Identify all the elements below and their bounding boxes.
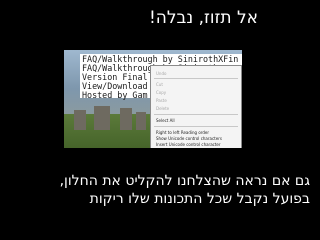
menu-item-paste[interactable]: Paste (156, 97, 240, 104)
menu-item-copy[interactable]: Copy (156, 89, 240, 96)
menu-item-delete[interactable]: Delete (156, 105, 240, 112)
caption-line-1: גם אם נראה שהצלחנו להקליט את החלון, (59, 173, 310, 189)
menu-separator (154, 114, 238, 115)
menu-item-cut[interactable]: Cut (156, 81, 240, 88)
slide-title: אל תזוז, נבלה! (148, 8, 258, 28)
embedded-screenshot: FAQ/Walkthrough by SinirothXFin FAQ/Walk… (64, 50, 242, 148)
slide-caption: גם אם נראה שהצלחנו להקליט את החלון, בפוע… (10, 172, 310, 208)
menu-item-insert-unicode[interactable]: Insert Unicode control character (156, 141, 240, 148)
caption-line-2: בפועל נקבל שכל התכונות שלו ריקות (89, 191, 310, 207)
menu-item-undo[interactable]: Undo (156, 70, 240, 77)
menu-item-select-all[interactable]: Select All (156, 117, 240, 124)
menu-separator (154, 78, 238, 79)
context-menu: Undo Cut Copy Paste Delete Select All Ri… (150, 65, 242, 148)
standing-stone (120, 108, 132, 130)
faq-line: Hosted by Gam (82, 90, 148, 100)
standing-stone (94, 106, 110, 130)
menu-separator (154, 126, 238, 127)
standing-stone (136, 112, 146, 130)
standing-stone (74, 110, 86, 130)
